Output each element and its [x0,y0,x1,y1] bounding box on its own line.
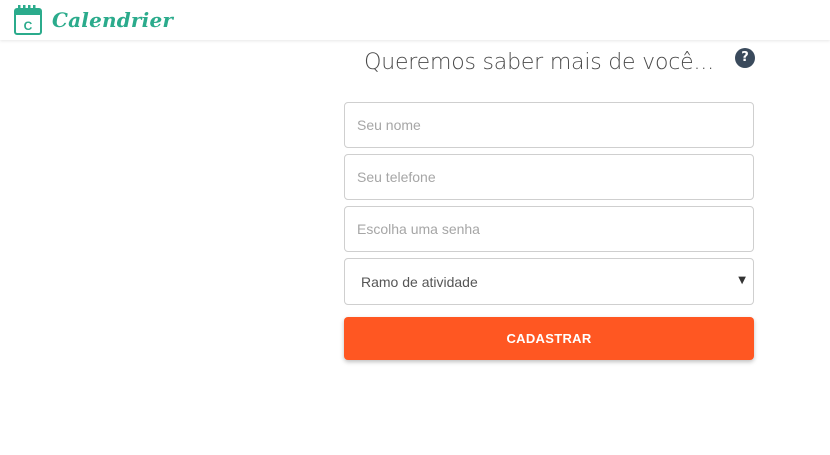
name-input[interactable] [344,102,754,148]
top-navbar: C Calendrier [0,0,830,40]
brand-name: Calendrier [52,8,174,32]
chevron-down-icon: ▼ [738,275,746,286]
submit-button[interactable]: CADASTRAR [344,317,754,360]
form-title: Queremos saber mais de você... [364,50,714,75]
activity-select[interactable]: Ramo de atividade ▼ [344,258,754,305]
logo-icon-letter: C [24,19,33,33]
brand-logo[interactable]: C Calendrier [14,5,173,35]
calendar-logo-icon: C [14,5,42,35]
question-circle-icon[interactable]: ? [735,48,755,68]
phone-input[interactable] [344,154,754,200]
activity-select-value: Ramo de atividade [361,273,478,290]
password-input[interactable] [344,206,754,252]
